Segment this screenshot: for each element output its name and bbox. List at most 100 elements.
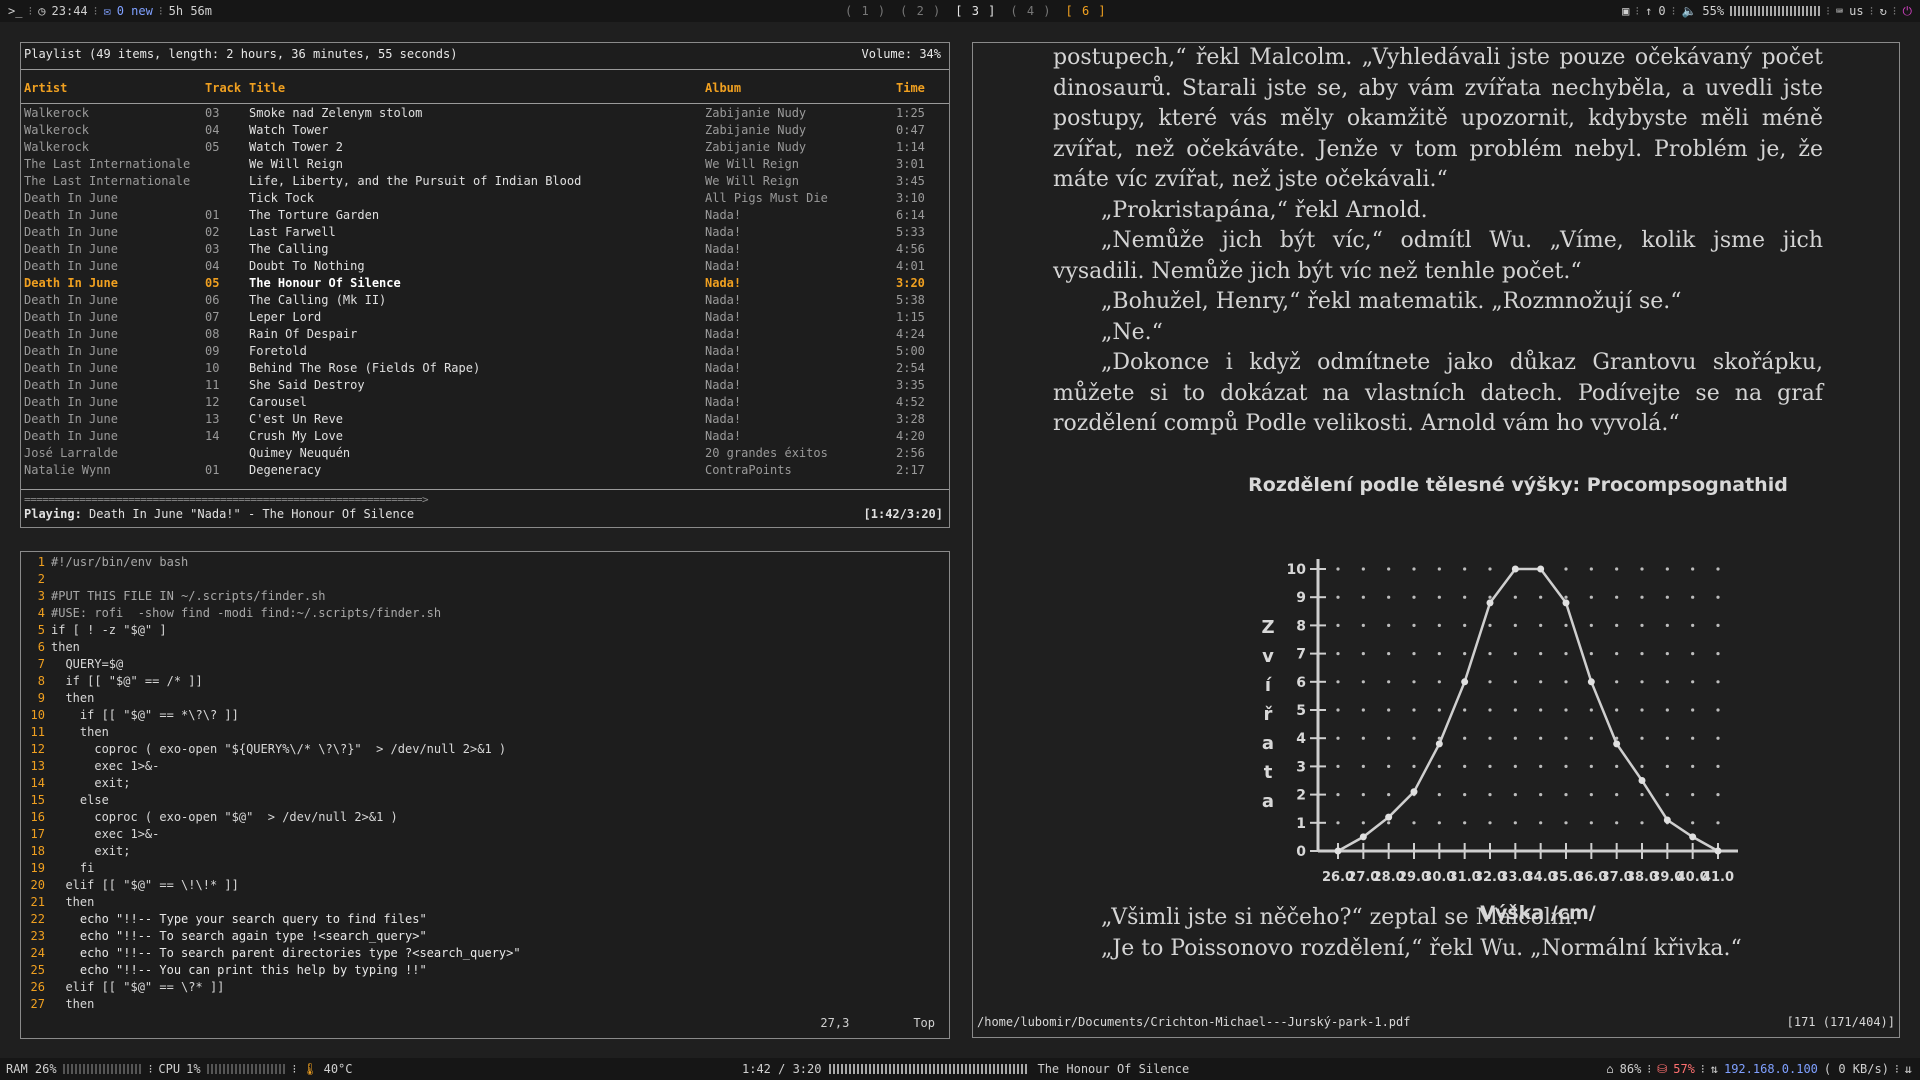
grid-dot bbox=[1513, 736, 1517, 740]
music-player-pane[interactable]: Playlist (49 items, length: 2 hours, 36 … bbox=[20, 42, 950, 528]
code-line[interactable]: 17 exec 1>&- bbox=[23, 827, 160, 844]
playlist-row[interactable]: Death In June 12 Carousel Nada! 4:52 bbox=[24, 395, 949, 412]
column-artist[interactable]: Artist bbox=[24, 81, 67, 95]
playlist-row[interactable]: Death In June 04 Doubt To Nothing Nada! 4:01 bbox=[24, 259, 949, 276]
playlist-row[interactable]: Death In June Tick Tock All Pigs Must Die 3… bbox=[24, 191, 949, 208]
workspace-4[interactable]: ( 4 ) bbox=[1010, 0, 1051, 22]
line-text: echo "!!-- To search parent directories … bbox=[51, 946, 521, 960]
line-number: 11 bbox=[30, 725, 45, 739]
pdf-page-indicator: [171 (171/404)] bbox=[1786, 1015, 1895, 1029]
grid-dot bbox=[1513, 595, 1517, 599]
playlist-row[interactable]: Death In June 09 Foretold Nada! 5:00 bbox=[24, 344, 949, 361]
playlist-row[interactable]: Death In June 13 C'est Un Reve Nada! 3:28 bbox=[24, 412, 949, 429]
code-line[interactable]: 25 echo "!!-- You can print this help by… bbox=[23, 963, 427, 980]
power-icon[interactable]: ⏻ bbox=[1903, 0, 1913, 22]
grid-dot bbox=[1463, 567, 1467, 571]
grid-dot bbox=[1437, 764, 1441, 768]
code-line[interactable]: 9 then bbox=[23, 691, 95, 708]
code-line[interactable]: 23 echo "!!-- To search again type !<sea… bbox=[23, 929, 427, 946]
playlist-row[interactable]: Death In June 11 She Said Destroy Nada! 3:35 bbox=[24, 378, 949, 395]
code-line[interactable]: 2 bbox=[23, 572, 51, 589]
workspace-6[interactable]: [ 6 ] bbox=[1066, 0, 1107, 22]
code-line[interactable]: 24 echo "!!-- To search parent directori… bbox=[23, 946, 521, 963]
keyboard-icon[interactable]: ⌨ bbox=[1836, 0, 1843, 22]
playback-progress[interactable]: ========================================… bbox=[24, 493, 429, 506]
code-line[interactable]: 10 if [[ "$@" == *\?\? ]] bbox=[23, 708, 239, 725]
code-line[interactable]: 14 exit; bbox=[23, 776, 131, 793]
updates-icon[interactable]: ↑ bbox=[1645, 0, 1652, 22]
workspace-2[interactable]: ( 2 ) bbox=[900, 0, 941, 22]
code-line[interactable]: 3 #PUT THIS FILE IN ~/.scripts/finder.sh bbox=[23, 589, 326, 606]
y-axis-label-letter: ř bbox=[1264, 704, 1273, 725]
code-line[interactable]: 8 if [[ "$@" == /* ]] bbox=[23, 674, 203, 691]
playlist-row[interactable]: Death In June 07 Leper Lord Nada! 1:15 bbox=[24, 310, 949, 327]
playlist-row[interactable]: Walkerock 03 Smoke nad Zelenym stolom Zabij… bbox=[24, 106, 949, 123]
grid-dot bbox=[1564, 764, 1568, 768]
playlist-row[interactable]: Death In June 14 Crush My Love Nada! 4:20 bbox=[24, 429, 949, 446]
music-progress-bar[interactable] bbox=[829, 1064, 1030, 1074]
playlist-row[interactable]: José Larralde Quimey Neuquén 20 grandes éx… bbox=[24, 446, 949, 463]
code-line[interactable]: 15 else bbox=[23, 793, 109, 810]
workspace-1[interactable]: ( 1 ) bbox=[845, 0, 886, 22]
code-line[interactable]: 13 exec 1>&- bbox=[23, 759, 160, 776]
code-line[interactable]: 16 coproc ( exo-open "$@" > /dev/null 2>… bbox=[23, 810, 398, 827]
grid-dot bbox=[1665, 708, 1669, 712]
line-number: 19 bbox=[30, 861, 45, 875]
line-text: then bbox=[51, 640, 80, 654]
column-album[interactable]: Album bbox=[705, 81, 741, 95]
playlist-row[interactable]: The Last Internationale Life, Liberty, an… bbox=[24, 174, 949, 191]
grid-dot bbox=[1336, 595, 1340, 599]
pdf-viewer-pane[interactable]: postupech,“ řekl Malcolm. „Vyhledávali j… bbox=[972, 42, 1900, 1038]
playlist-row[interactable]: Walkerock 04 Watch Tower Zabijanie Nudy 0:47 bbox=[24, 123, 949, 140]
code-line[interactable]: 22 echo "!!-- Type your search query to … bbox=[23, 912, 427, 929]
terminal-prompt-icon[interactable]: >_ bbox=[8, 0, 22, 22]
playlist-row[interactable]: Walkerock 05 Watch Tower 2 Zabijanie Nudy 1:… bbox=[24, 140, 949, 157]
column-track[interactable]: Track bbox=[205, 81, 241, 95]
refresh-icon[interactable]: ↻ bbox=[1879, 0, 1886, 22]
playlist-row[interactable]: Death In June 03 The Calling Nada! 4:56 bbox=[24, 242, 949, 259]
code-line[interactable]: 5 if [ ! -z "$@" ] bbox=[23, 623, 167, 640]
column-title[interactable]: Title bbox=[249, 81, 285, 95]
editor-pane[interactable]: 1 #!/usr/bin/env bash 2 3 #PUT THIS FILE IN … bbox=[20, 551, 950, 1039]
code-line[interactable]: 11 then bbox=[23, 725, 109, 742]
image-icon[interactable]: ▣ bbox=[1622, 0, 1629, 22]
row-time: 2:17 bbox=[896, 463, 925, 477]
playlist-row[interactable]: Death In June 02 Last Farwell Nada! 5:33 bbox=[24, 225, 949, 242]
code-line[interactable]: 7 QUERY=$@ bbox=[23, 657, 123, 674]
cpu-usage: 1% bbox=[186, 1062, 201, 1076]
grid-dot bbox=[1589, 623, 1593, 627]
line-text: then bbox=[51, 691, 95, 705]
volume-bar[interactable] bbox=[1730, 6, 1821, 16]
playlist-row[interactable]: Natalie Wynn 01 Degeneracy ContraPoints 2:17 bbox=[24, 463, 949, 480]
playlist-row[interactable]: Death In June 01 The Torture Garden Nada! 6:… bbox=[24, 208, 949, 225]
mail-icon[interactable]: ✉ bbox=[103, 0, 110, 22]
code-line[interactable]: 4 #USE: rofi -show find -modi find:~/.scr… bbox=[23, 606, 441, 623]
code-line[interactable]: 1 #!/usr/bin/env bash bbox=[23, 555, 189, 572]
column-time[interactable]: Time bbox=[896, 81, 925, 95]
keyboard-layout: us bbox=[1849, 4, 1864, 18]
code-line[interactable]: 20 elif [[ "$@" == \!\!* ]] bbox=[23, 878, 239, 895]
code-line[interactable]: 21 then bbox=[23, 895, 95, 912]
code-line[interactable]: 18 exit; bbox=[23, 844, 131, 861]
volume-icon[interactable]: 🔈 bbox=[1681, 0, 1696, 22]
playlist-row[interactable]: Death In June 08 Rain Of Despair Nada! 4:24 bbox=[24, 327, 949, 344]
code-line[interactable]: 19 fi bbox=[23, 861, 95, 878]
playlist-row-current[interactable]: Death In June 05 The Honour Of Silence Nada… bbox=[24, 276, 949, 293]
grid-dot bbox=[1488, 623, 1492, 627]
playlist-row[interactable]: The Last Internationale We Will Reign We W… bbox=[24, 157, 949, 174]
row-time: 1:15 bbox=[896, 310, 925, 324]
network-icon[interactable]: ⇅ bbox=[1711, 1058, 1718, 1080]
playlist-row[interactable]: Death In June 10 Behind The Rose (Fields O… bbox=[24, 361, 949, 378]
code-line[interactable]: 26 elif [[ "$@" == \?* ]] bbox=[23, 980, 225, 997]
y-axis-label-letter: a bbox=[1262, 733, 1274, 754]
code-line[interactable]: 12 coproc ( exo-open "${QUERY%\/* \?\?}"… bbox=[23, 742, 507, 759]
grid-dot bbox=[1539, 680, 1543, 684]
code-line[interactable]: 6 then bbox=[23, 640, 80, 657]
workspace-3[interactable]: [ 3 ] bbox=[955, 0, 996, 22]
columns-divider bbox=[21, 103, 949, 104]
data-point bbox=[1511, 565, 1519, 573]
playlist-row[interactable]: Death In June 06 The Calling (Mk II) Nada! 5… bbox=[24, 293, 949, 310]
code-line[interactable]: 27 then bbox=[23, 997, 95, 1014]
data-point bbox=[1385, 813, 1393, 821]
data-point bbox=[1537, 565, 1545, 573]
